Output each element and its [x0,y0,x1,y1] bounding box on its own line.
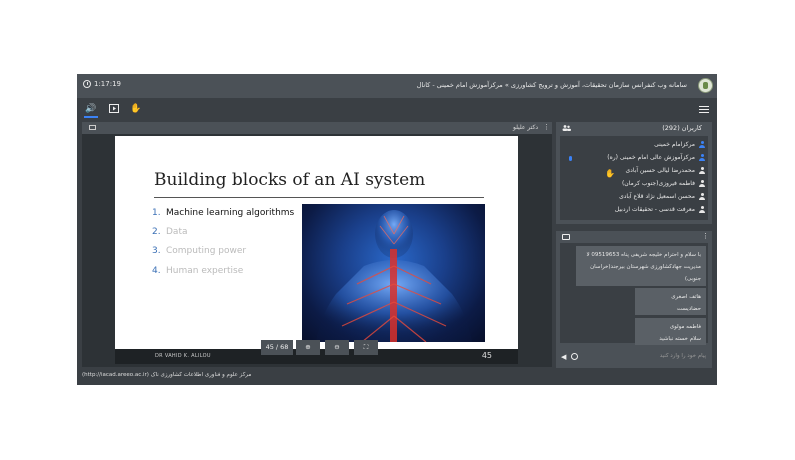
page-counter[interactable]: 45 / 68 [261,340,293,355]
zoom-out-button[interactable]: ⊖ [325,340,349,355]
fullscreen-button[interactable]: ⛶ [354,340,378,355]
slide-bullet-2: 2. Data [152,227,188,237]
chat-header: ⋮ [556,231,712,243]
user-item[interactable]: فاطمه فیروزی(جنوب کرمان) [622,177,705,190]
presentation-icon [89,125,96,130]
zoom-out-icon: ⊖ [334,343,340,351]
more-options-icon[interactable]: ⋮ [543,123,550,131]
raise-hand-button[interactable]: ✋ [129,102,143,116]
page-title: سامانه وب کنفرانس سازمان تحقیقات، آموزش … [416,81,687,89]
chat-messages: با سلام و احترام خلیجه شریفی پناه 095196… [560,243,708,345]
clock-icon [83,80,91,88]
user-icon [699,154,705,161]
areeo-logo [698,78,713,93]
chat-message: با سلام و احترام خلیجه شریفی پناه 095196… [576,246,706,286]
presenter-label: دکتر علیلو [512,124,538,131]
chat-icon [562,234,570,240]
title-bar: 1:17:19 سامانه وب کنفرانس سازمان تحقیقات… [77,74,717,98]
main-toolbar: 🔊 ✋ [77,98,717,120]
presentation-header: دکتر علیلو ⋮ [82,122,552,134]
emoji-icon[interactable] [571,353,578,360]
webconference-app: 1:17:19 سامانه وب کنفرانس سازمان تحقیقات… [77,74,717,385]
users-icon [562,125,571,131]
user-icon [699,167,705,174]
speaker-icon: 🔊 [85,104,97,114]
zoom-in-icon: ⊕ [305,343,311,351]
status-bar: (http://iacad.areeo.ac.ir) مرکز علوم و ف… [77,370,717,385]
user-icon [699,206,705,213]
slide-bullet-4: 4. Human expertise [152,266,244,276]
microphone-icon [569,156,572,161]
send-icon[interactable]: ◀ [561,353,566,361]
status-bar-text: (http://iacad.areeo.ac.ir) مرکز علوم و ف… [82,372,252,378]
ai-human-body-image [302,204,485,342]
hamburger-menu-icon[interactable] [699,106,709,113]
raise-hand-icon: ✋ [130,104,142,114]
slide-bullet-3: 3. Computing power [152,246,247,256]
slide-author: DR VAHID K. ALILOU [155,353,211,359]
screen-share-icon [109,104,119,113]
user-item[interactable]: محمدرضا لیالی حسین آبادی [625,164,705,177]
fullscreen-icon: ⛶ [363,343,369,351]
chat-more-options-icon[interactable]: ⋮ [702,232,709,240]
slide-title-rule [154,197,484,198]
user-item[interactable]: مرکزآموزش عالی امام خمینی (ره) [607,151,705,164]
human-figure-illustration [316,210,472,342]
presentation-panel: دکتر علیلو ⋮ Building blocks of an AI sy… [82,122,552,367]
users-panel: کاربران (292) ✋ مرکزامام خمینی مرکزآموزش… [556,122,712,224]
slide-title: Building blocks of an AI system [154,170,426,190]
slide-bullet-1: 1. Machine learning algorithms [152,208,295,218]
chat-message: هاتف اصغری حضادیست [635,288,706,315]
users-list: ✋ مرکزامام خمینی مرکزآموزش عالی امام خمی… [560,136,708,220]
chat-message: فاطمه مولوی سلام خسته نباشید [635,318,706,345]
zoom-in-button[interactable]: ⊕ [296,340,320,355]
user-item[interactable]: محسن اسمعیل نژاد قلاع آبادی [619,190,705,203]
chat-input[interactable]: پیام خود را وارد کنید [660,353,706,359]
slide-page-number: 45 [481,351,492,360]
chat-panel: ⋮ با سلام و احترام خلیجه شریفی پناه 0951… [556,231,712,368]
chat-input-row: ◀ پیام خود را وارد کنید [556,347,712,365]
session-timer: 1:17:19 [83,80,121,88]
user-item[interactable]: معرفت قدسی - تحقیقات اردبیل [615,203,705,216]
user-icon [699,141,705,148]
slide: Building blocks of an AI system 1. Machin… [115,136,518,364]
users-title: کاربران (292) [662,124,702,132]
screen-share-button[interactable] [107,102,121,116]
speaker-button[interactable]: 🔊 [84,102,98,118]
user-icon [699,193,705,200]
timer-text: 1:17:19 [94,80,121,88]
raised-hand-icon: ✋ [605,169,615,178]
user-item[interactable]: مرکزامام خمینی [654,138,705,151]
user-icon [699,180,705,187]
users-header: کاربران (292) [556,122,712,134]
